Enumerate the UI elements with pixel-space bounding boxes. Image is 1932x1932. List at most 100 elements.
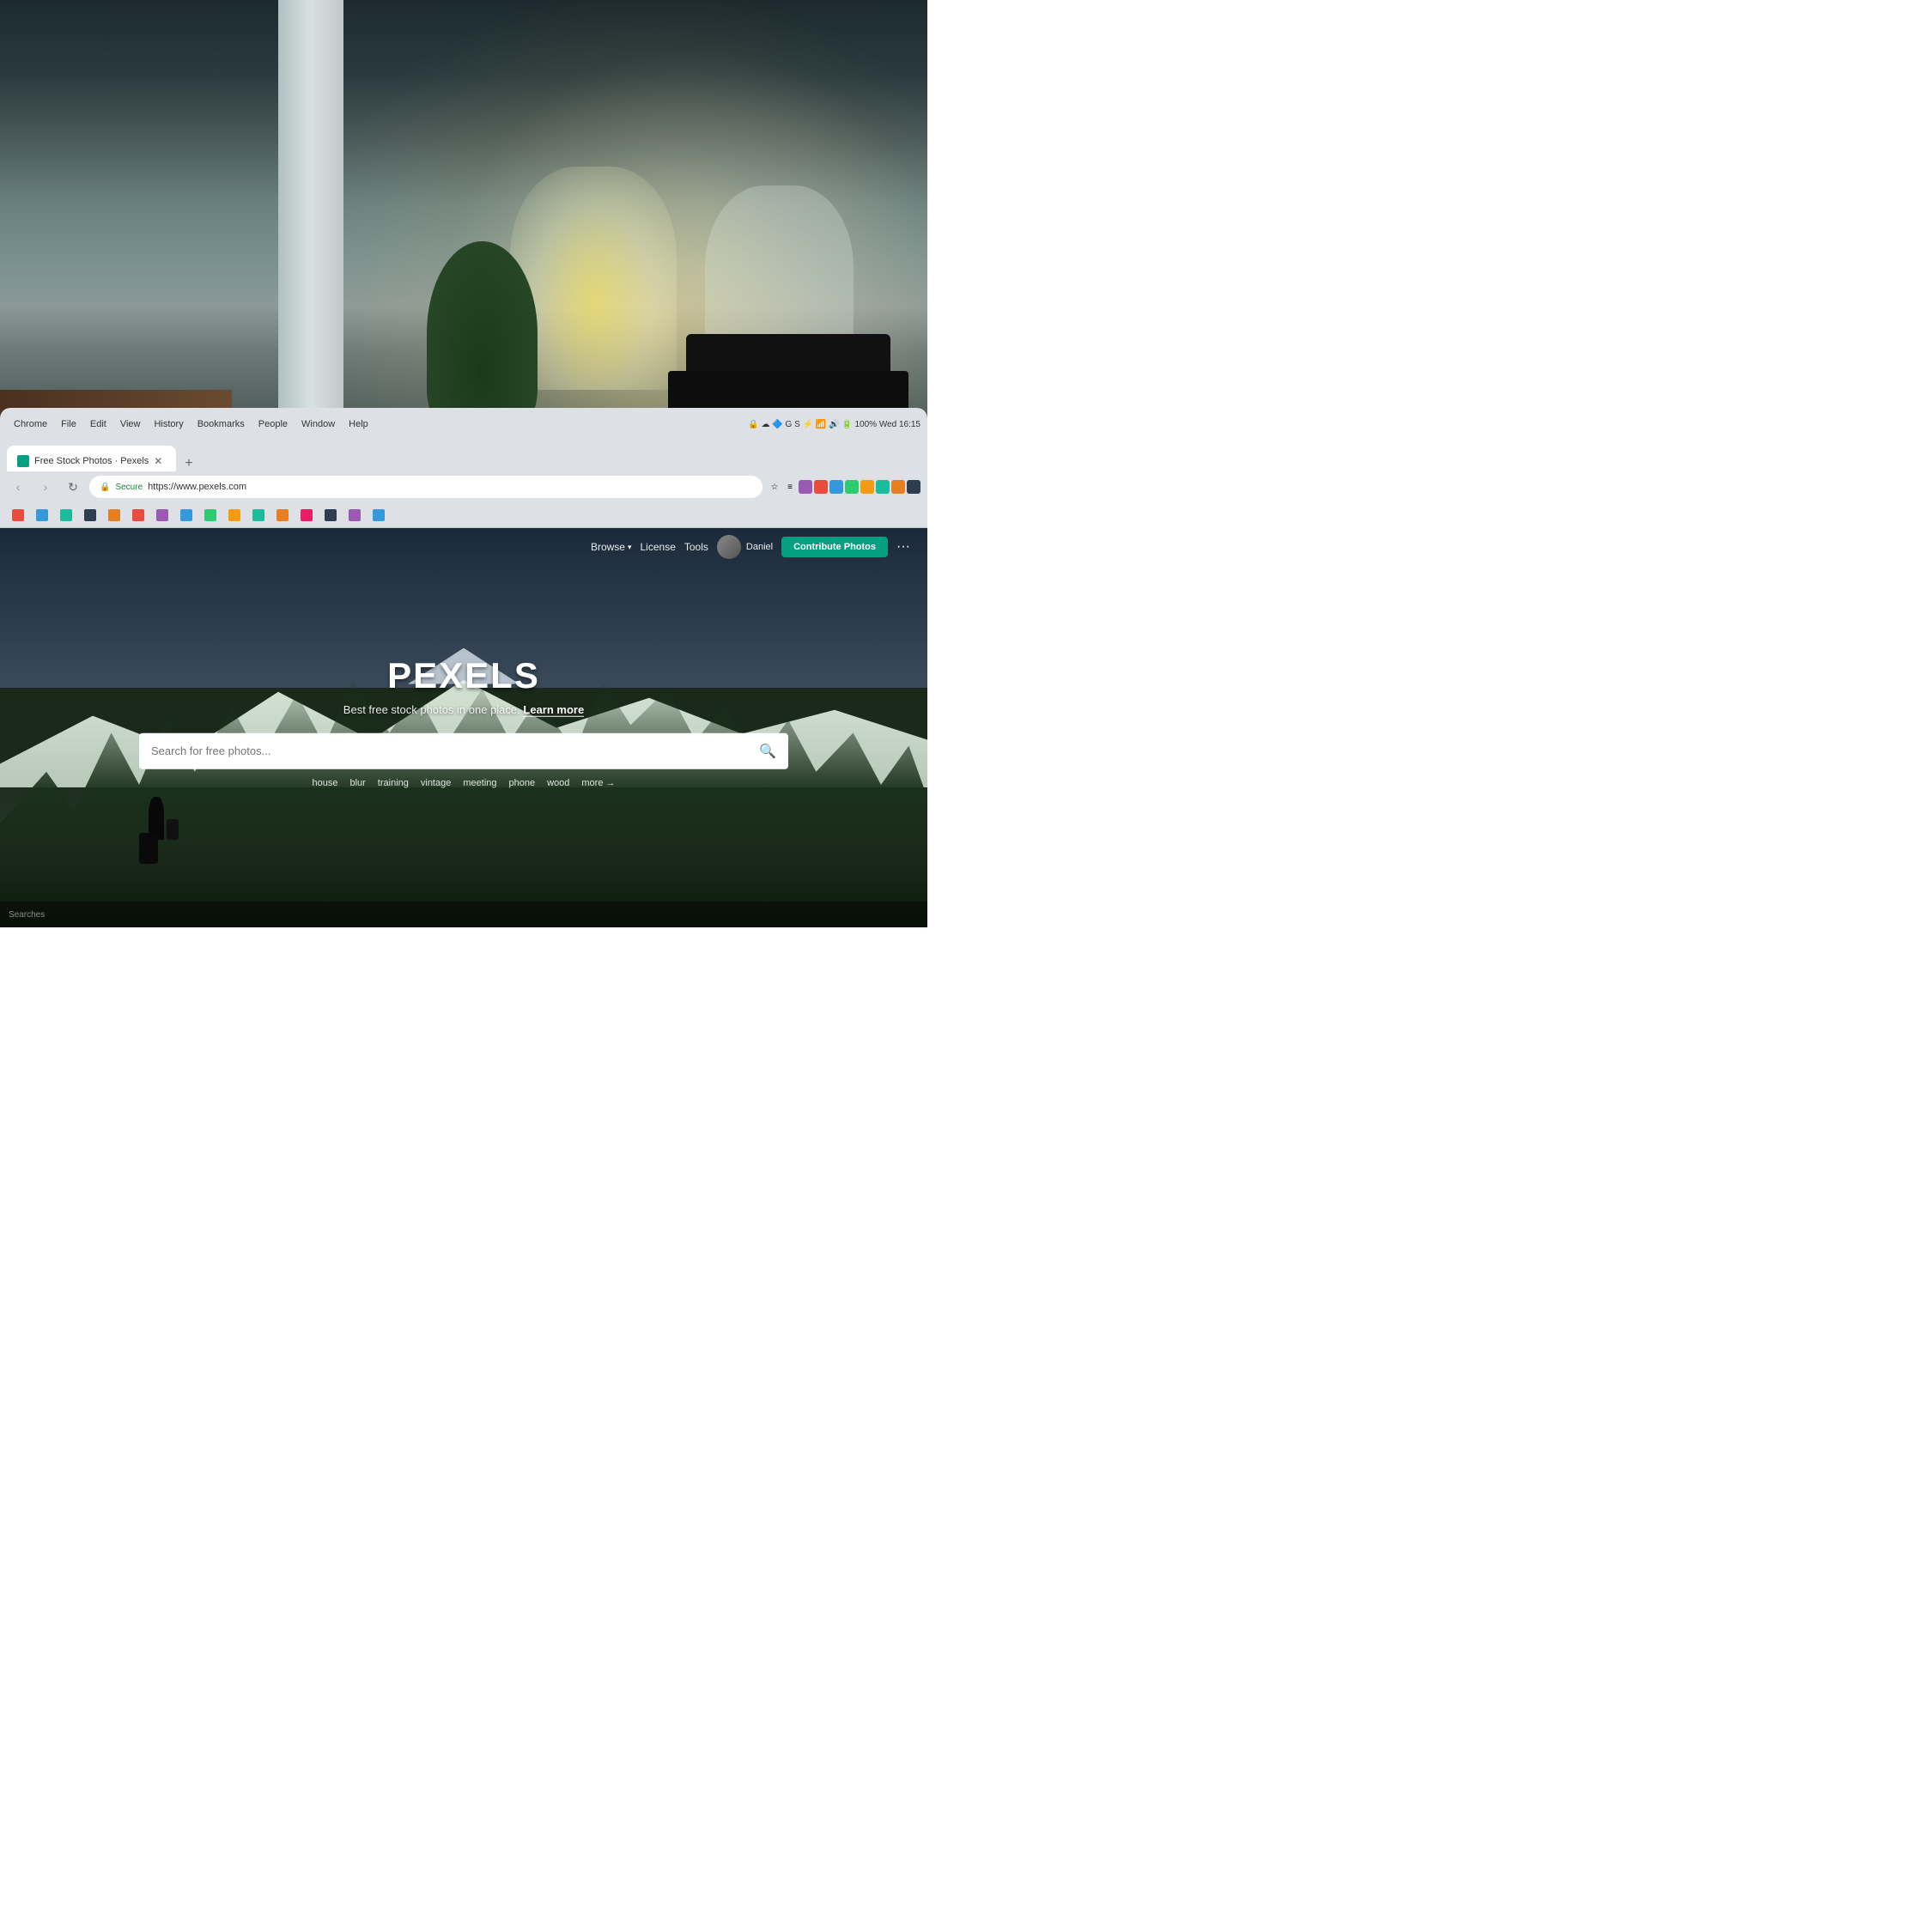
- secure-label: Secure: [115, 483, 143, 492]
- chrome-menu-items: Chrome File Edit View History Bookmarks …: [7, 416, 375, 433]
- search-input[interactable]: [151, 744, 752, 757]
- tag-house[interactable]: house: [312, 777, 337, 787]
- search-icon[interactable]: 🔍: [759, 742, 776, 759]
- bookmark-icon-6: [132, 509, 144, 521]
- chrome-menu-bar: Chrome File Edit View History Bookmarks …: [0, 408, 927, 440]
- reading-icon[interactable]: ≡: [783, 480, 797, 494]
- address-bar-row: ‹ › ↻ 🔒 Secure https://www.pexels.com ☆ …: [0, 471, 927, 502]
- chrome-menu-help[interactable]: Help: [342, 416, 375, 433]
- bookmark-11[interactable]: [247, 507, 270, 523]
- plant: [427, 241, 538, 427]
- ext-icon-5[interactable]: [860, 480, 874, 494]
- chrome-menu-people[interactable]: People: [252, 416, 295, 433]
- bookmark-icon-13: [301, 509, 313, 521]
- tab-favicon: [17, 455, 29, 467]
- user-avatar[interactable]: [717, 535, 741, 559]
- bookmark-icon-14: [325, 509, 337, 521]
- back-btn[interactable]: ‹: [7, 476, 29, 498]
- tab-bar: Free Stock Photos · Pexels ✕ +: [0, 440, 927, 471]
- license-link[interactable]: License: [641, 541, 676, 553]
- bookmark-icon-7: [156, 509, 168, 521]
- new-tab-btn[interactable]: +: [179, 456, 197, 471]
- bookmark-15[interactable]: [343, 507, 366, 523]
- chrome-menu-edit[interactable]: Edit: [83, 416, 113, 433]
- learn-more-link[interactable]: Learn more: [523, 702, 584, 716]
- bookmark-9[interactable]: [199, 507, 222, 523]
- chrome-menu-file[interactable]: File: [54, 416, 83, 433]
- toolbar-icons: ☆ ≡: [768, 480, 920, 494]
- chrome-menu-window[interactable]: Window: [295, 416, 342, 433]
- search-tags: house blur training vintage meeting phon…: [139, 777, 788, 787]
- tag-more[interactable]: more →: [581, 777, 615, 787]
- bookmark-10[interactable]: [223, 507, 246, 523]
- secure-icon: 🔒: [100, 483, 110, 492]
- bottom-search-bar: Searches: [0, 902, 927, 927]
- bookmark-star-icon[interactable]: ☆: [768, 480, 781, 494]
- bookmark-13[interactable]: [295, 507, 318, 523]
- browser-tab-pexels[interactable]: Free Stock Photos · Pexels ✕: [7, 446, 176, 471]
- user-name: Daniel: [746, 542, 773, 552]
- chrome-menu-view[interactable]: View: [113, 416, 148, 433]
- bookmark-5[interactable]: [103, 507, 125, 523]
- chrome-menu-chrome[interactable]: Chrome: [7, 416, 54, 433]
- browse-label: Browse: [591, 541, 625, 553]
- bookmark-icon-10: [228, 509, 240, 521]
- tag-blur[interactable]: blur: [349, 777, 365, 787]
- bookmark-icon-15: [349, 509, 361, 521]
- bookmark-8[interactable]: [175, 507, 197, 523]
- address-input[interactable]: 🔒 Secure https://www.pexels.com: [89, 476, 762, 498]
- chrome-menu-history[interactable]: History: [147, 416, 190, 433]
- bookmark-16[interactable]: [368, 507, 390, 523]
- tab-close-btn[interactable]: ✕: [154, 455, 162, 467]
- tools-link[interactable]: Tools: [684, 541, 708, 553]
- bookmark-icon-m: [12, 509, 24, 521]
- tag-vintage[interactable]: vintage: [421, 777, 451, 787]
- pexels-subtitle: Best free stock photos in one place. Lea…: [139, 702, 788, 715]
- pexels-nav-right: Browse ▾ License Tools Daniel Contribute…: [591, 535, 910, 559]
- address-url: https://www.pexels.com: [148, 482, 752, 492]
- chrome-menu-bookmarks[interactable]: Bookmarks: [191, 416, 252, 433]
- bookmark-2[interactable]: [31, 507, 53, 523]
- bookmark-icon-3: [60, 509, 72, 521]
- bookmark-icon-16: [373, 509, 385, 521]
- searches-label: Searches: [9, 910, 45, 920]
- tab-title: Free Stock Photos · Pexels: [34, 456, 149, 466]
- tag-phone[interactable]: phone: [509, 777, 536, 787]
- ext-icon-2[interactable]: [814, 480, 828, 494]
- bookmark-6[interactable]: [127, 507, 149, 523]
- bookmark-7[interactable]: [151, 507, 173, 523]
- ext-icon-6[interactable]: [876, 480, 890, 494]
- ext-icon-7[interactable]: [891, 480, 905, 494]
- pexels-hero-content: PEXELS Best free stock photos in one pla…: [139, 654, 788, 787]
- bookmark-14[interactable]: [319, 507, 342, 523]
- bookmark-icon-12: [276, 509, 289, 521]
- ext-icon-3[interactable]: [829, 480, 843, 494]
- browse-link[interactable]: Browse ▾: [591, 541, 632, 553]
- bookmark-icon-4: [84, 509, 96, 521]
- ext-icon-8[interactable]: [907, 480, 920, 494]
- bookmark-m[interactable]: [7, 507, 29, 523]
- bookmark-12[interactable]: [271, 507, 294, 523]
- ext-icon-4[interactable]: [845, 480, 859, 494]
- pexels-title: PEXELS: [139, 654, 788, 696]
- bookmark-3[interactable]: [55, 507, 77, 523]
- bookmarks-bar: [0, 502, 927, 528]
- refresh-btn[interactable]: ↻: [62, 476, 84, 498]
- pillar: [278, 0, 343, 427]
- ext-icon-1[interactable]: [799, 480, 812, 494]
- bookmark-icon-9: [204, 509, 216, 521]
- bookmark-icon-5: [108, 509, 120, 521]
- system-icons-area: 🔒 ☁ 🔷 G S ⚡ 📶 🔊 🔋 100% Wed 16:15: [748, 420, 920, 429]
- bookmark-icon-8: [180, 509, 192, 521]
- user-area: Daniel: [717, 535, 773, 559]
- tag-meeting[interactable]: meeting: [463, 777, 496, 787]
- tag-training[interactable]: training: [378, 777, 409, 787]
- bookmark-icon-11: [252, 509, 264, 521]
- forward-btn[interactable]: ›: [34, 476, 57, 498]
- contribute-photos-button[interactable]: Contribute Photos: [781, 537, 888, 557]
- search-container[interactable]: 🔍: [139, 732, 788, 769]
- more-options-btn[interactable]: ···: [896, 539, 910, 555]
- tag-wood[interactable]: wood: [547, 777, 569, 787]
- bookmark-4[interactable]: [79, 507, 101, 523]
- chrome-system-icons: 🔒 ☁ 🔷 G S ⚡ 📶 🔊 🔋 100% Wed 16:15: [748, 420, 920, 429]
